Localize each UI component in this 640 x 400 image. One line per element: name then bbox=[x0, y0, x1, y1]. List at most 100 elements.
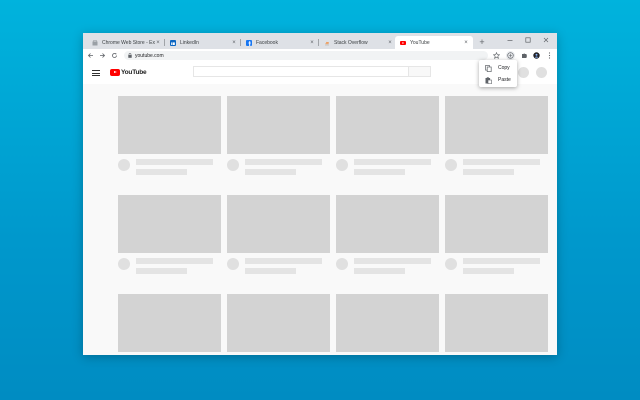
reload-icon[interactable] bbox=[110, 51, 119, 60]
video-thumbnail-placeholder[interactable] bbox=[227, 294, 330, 352]
video-card-placeholder[interactable] bbox=[227, 195, 330, 283]
channel-avatar-placeholder[interactable] bbox=[227, 258, 239, 270]
channel-avatar-placeholder[interactable] bbox=[227, 159, 239, 171]
tab-chrome-web-store[interactable]: Chrome Web Store - Exte × bbox=[87, 36, 165, 49]
video-thumbnail-placeholder[interactable] bbox=[336, 294, 439, 352]
title-placeholder bbox=[136, 258, 213, 264]
video-meta-placeholder bbox=[445, 253, 548, 283]
bookmark-star-icon[interactable] bbox=[492, 51, 501, 60]
channel-avatar-placeholder[interactable] bbox=[336, 258, 348, 270]
lock-icon bbox=[128, 53, 132, 58]
address-bar[interactable]: youtube.com bbox=[124, 51, 488, 60]
tab-title: LinkedIn bbox=[180, 39, 199, 46]
channel-avatar-placeholder[interactable] bbox=[445, 258, 457, 270]
video-thumbnail-placeholder[interactable] bbox=[227, 96, 330, 154]
channel-avatar-placeholder[interactable] bbox=[445, 159, 457, 171]
tab-linkedin[interactable]: LinkedIn × bbox=[165, 36, 241, 49]
tab-title: YouTube bbox=[410, 39, 430, 46]
video-meta-placeholder bbox=[336, 253, 439, 283]
menu-item-label: Copy bbox=[498, 65, 510, 71]
paste-icon bbox=[485, 76, 492, 84]
minimize-icon[interactable] bbox=[503, 34, 517, 46]
subtitle-placeholder bbox=[463, 169, 514, 175]
title-placeholder bbox=[463, 258, 540, 264]
youtube-logo[interactable]: YouTube bbox=[110, 69, 147, 76]
copy-icon bbox=[485, 64, 492, 72]
close-window-icon[interactable] bbox=[539, 34, 553, 46]
video-meta-placeholder bbox=[445, 154, 548, 184]
subtitle-placeholder bbox=[463, 268, 514, 274]
video-thumbnail-placeholder[interactable] bbox=[445, 195, 548, 253]
menu-hamburger-icon[interactable] bbox=[92, 70, 100, 76]
extensions-puzzle-icon[interactable] bbox=[520, 51, 529, 60]
video-meta-placeholder bbox=[336, 352, 439, 355]
video-card-placeholder[interactable] bbox=[445, 294, 548, 355]
linkedin-icon bbox=[170, 39, 176, 46]
menu-item-copy[interactable]: Copy bbox=[479, 62, 517, 74]
video-card-placeholder[interactable] bbox=[227, 294, 330, 355]
video-meta-placeholder bbox=[118, 154, 221, 184]
video-card-placeholder[interactable] bbox=[118, 96, 221, 184]
video-meta-placeholder bbox=[118, 253, 221, 283]
tab-title: Facebook bbox=[256, 39, 278, 46]
forward-arrow-icon[interactable] bbox=[98, 51, 107, 60]
tab-title: Chrome Web Store - Exte bbox=[102, 39, 155, 46]
video-meta-placeholder bbox=[227, 253, 330, 283]
video-thumbnail-placeholder[interactable] bbox=[118, 195, 221, 253]
tab-close-icon[interactable]: × bbox=[309, 40, 315, 46]
video-card-placeholder[interactable] bbox=[118, 294, 221, 355]
youtube-icon bbox=[400, 40, 406, 46]
video-card-placeholder[interactable] bbox=[336, 195, 439, 283]
tab-close-icon[interactable]: × bbox=[231, 40, 237, 46]
video-card-placeholder[interactable] bbox=[336, 294, 439, 355]
account-placeholder-icon[interactable] bbox=[536, 67, 547, 78]
search-input[interactable] bbox=[193, 66, 409, 77]
back-arrow-icon[interactable] bbox=[86, 51, 95, 60]
subtitle-placeholder bbox=[354, 268, 405, 274]
profile-avatar-icon[interactable] bbox=[532, 51, 541, 60]
maximize-icon[interactable] bbox=[521, 34, 535, 46]
copy-paste-extension-icon[interactable] bbox=[506, 51, 515, 60]
video-meta-placeholder bbox=[445, 352, 548, 355]
video-card-placeholder[interactable] bbox=[336, 96, 439, 184]
subtitle-placeholder bbox=[136, 169, 187, 175]
tab-close-icon[interactable]: × bbox=[155, 40, 161, 46]
tab-stack-overflow[interactable]: Stack Overflow × bbox=[319, 36, 397, 49]
video-card-placeholder[interactable] bbox=[118, 195, 221, 283]
video-thumbnail-placeholder[interactable] bbox=[118, 96, 221, 154]
tab-close-icon[interactable]: × bbox=[387, 40, 393, 46]
video-thumbnail-placeholder[interactable] bbox=[445, 294, 548, 352]
menu-item-paste[interactable]: Paste bbox=[479, 74, 517, 86]
tab-youtube[interactable]: YouTube × bbox=[395, 36, 473, 49]
video-meta-placeholder bbox=[336, 154, 439, 184]
browser-window: Chrome Web Store - Exte × LinkedIn × Fac… bbox=[83, 33, 557, 355]
video-thumbnail-placeholder[interactable] bbox=[118, 294, 221, 352]
video-thumbnail-placeholder[interactable] bbox=[336, 96, 439, 154]
menu-item-label: Paste bbox=[498, 77, 511, 83]
video-card-placeholder[interactable] bbox=[445, 96, 548, 184]
tab-strip: Chrome Web Store - Exte × LinkedIn × Fac… bbox=[83, 33, 557, 49]
title-placeholder bbox=[245, 159, 322, 165]
channel-avatar-placeholder[interactable] bbox=[118, 258, 130, 270]
video-thumbnail-placeholder[interactable] bbox=[336, 195, 439, 253]
channel-avatar-placeholder[interactable] bbox=[336, 159, 348, 171]
title-placeholder bbox=[245, 258, 322, 264]
video-thumbnail-placeholder[interactable] bbox=[445, 96, 548, 154]
video-card-placeholder[interactable] bbox=[227, 96, 330, 184]
title-placeholder bbox=[136, 159, 213, 165]
channel-avatar-placeholder[interactable] bbox=[118, 159, 130, 171]
new-tab-button[interactable]: + bbox=[476, 36, 488, 48]
facebook-icon bbox=[246, 39, 252, 46]
apps-placeholder-icon[interactable] bbox=[518, 67, 529, 78]
tab-close-icon[interactable]: × bbox=[463, 40, 469, 46]
address-text: youtube.com bbox=[135, 52, 164, 59]
more-vertical-icon[interactable] bbox=[545, 51, 554, 60]
video-meta-placeholder bbox=[118, 352, 221, 355]
tab-facebook[interactable]: Facebook × bbox=[241, 36, 319, 49]
stack-overflow-icon bbox=[324, 40, 330, 46]
search-button[interactable] bbox=[409, 66, 431, 77]
youtube-page: YouTube bbox=[83, 62, 557, 355]
video-card-placeholder[interactable] bbox=[445, 195, 548, 283]
subtitle-placeholder bbox=[136, 268, 187, 274]
video-thumbnail-placeholder[interactable] bbox=[227, 195, 330, 253]
